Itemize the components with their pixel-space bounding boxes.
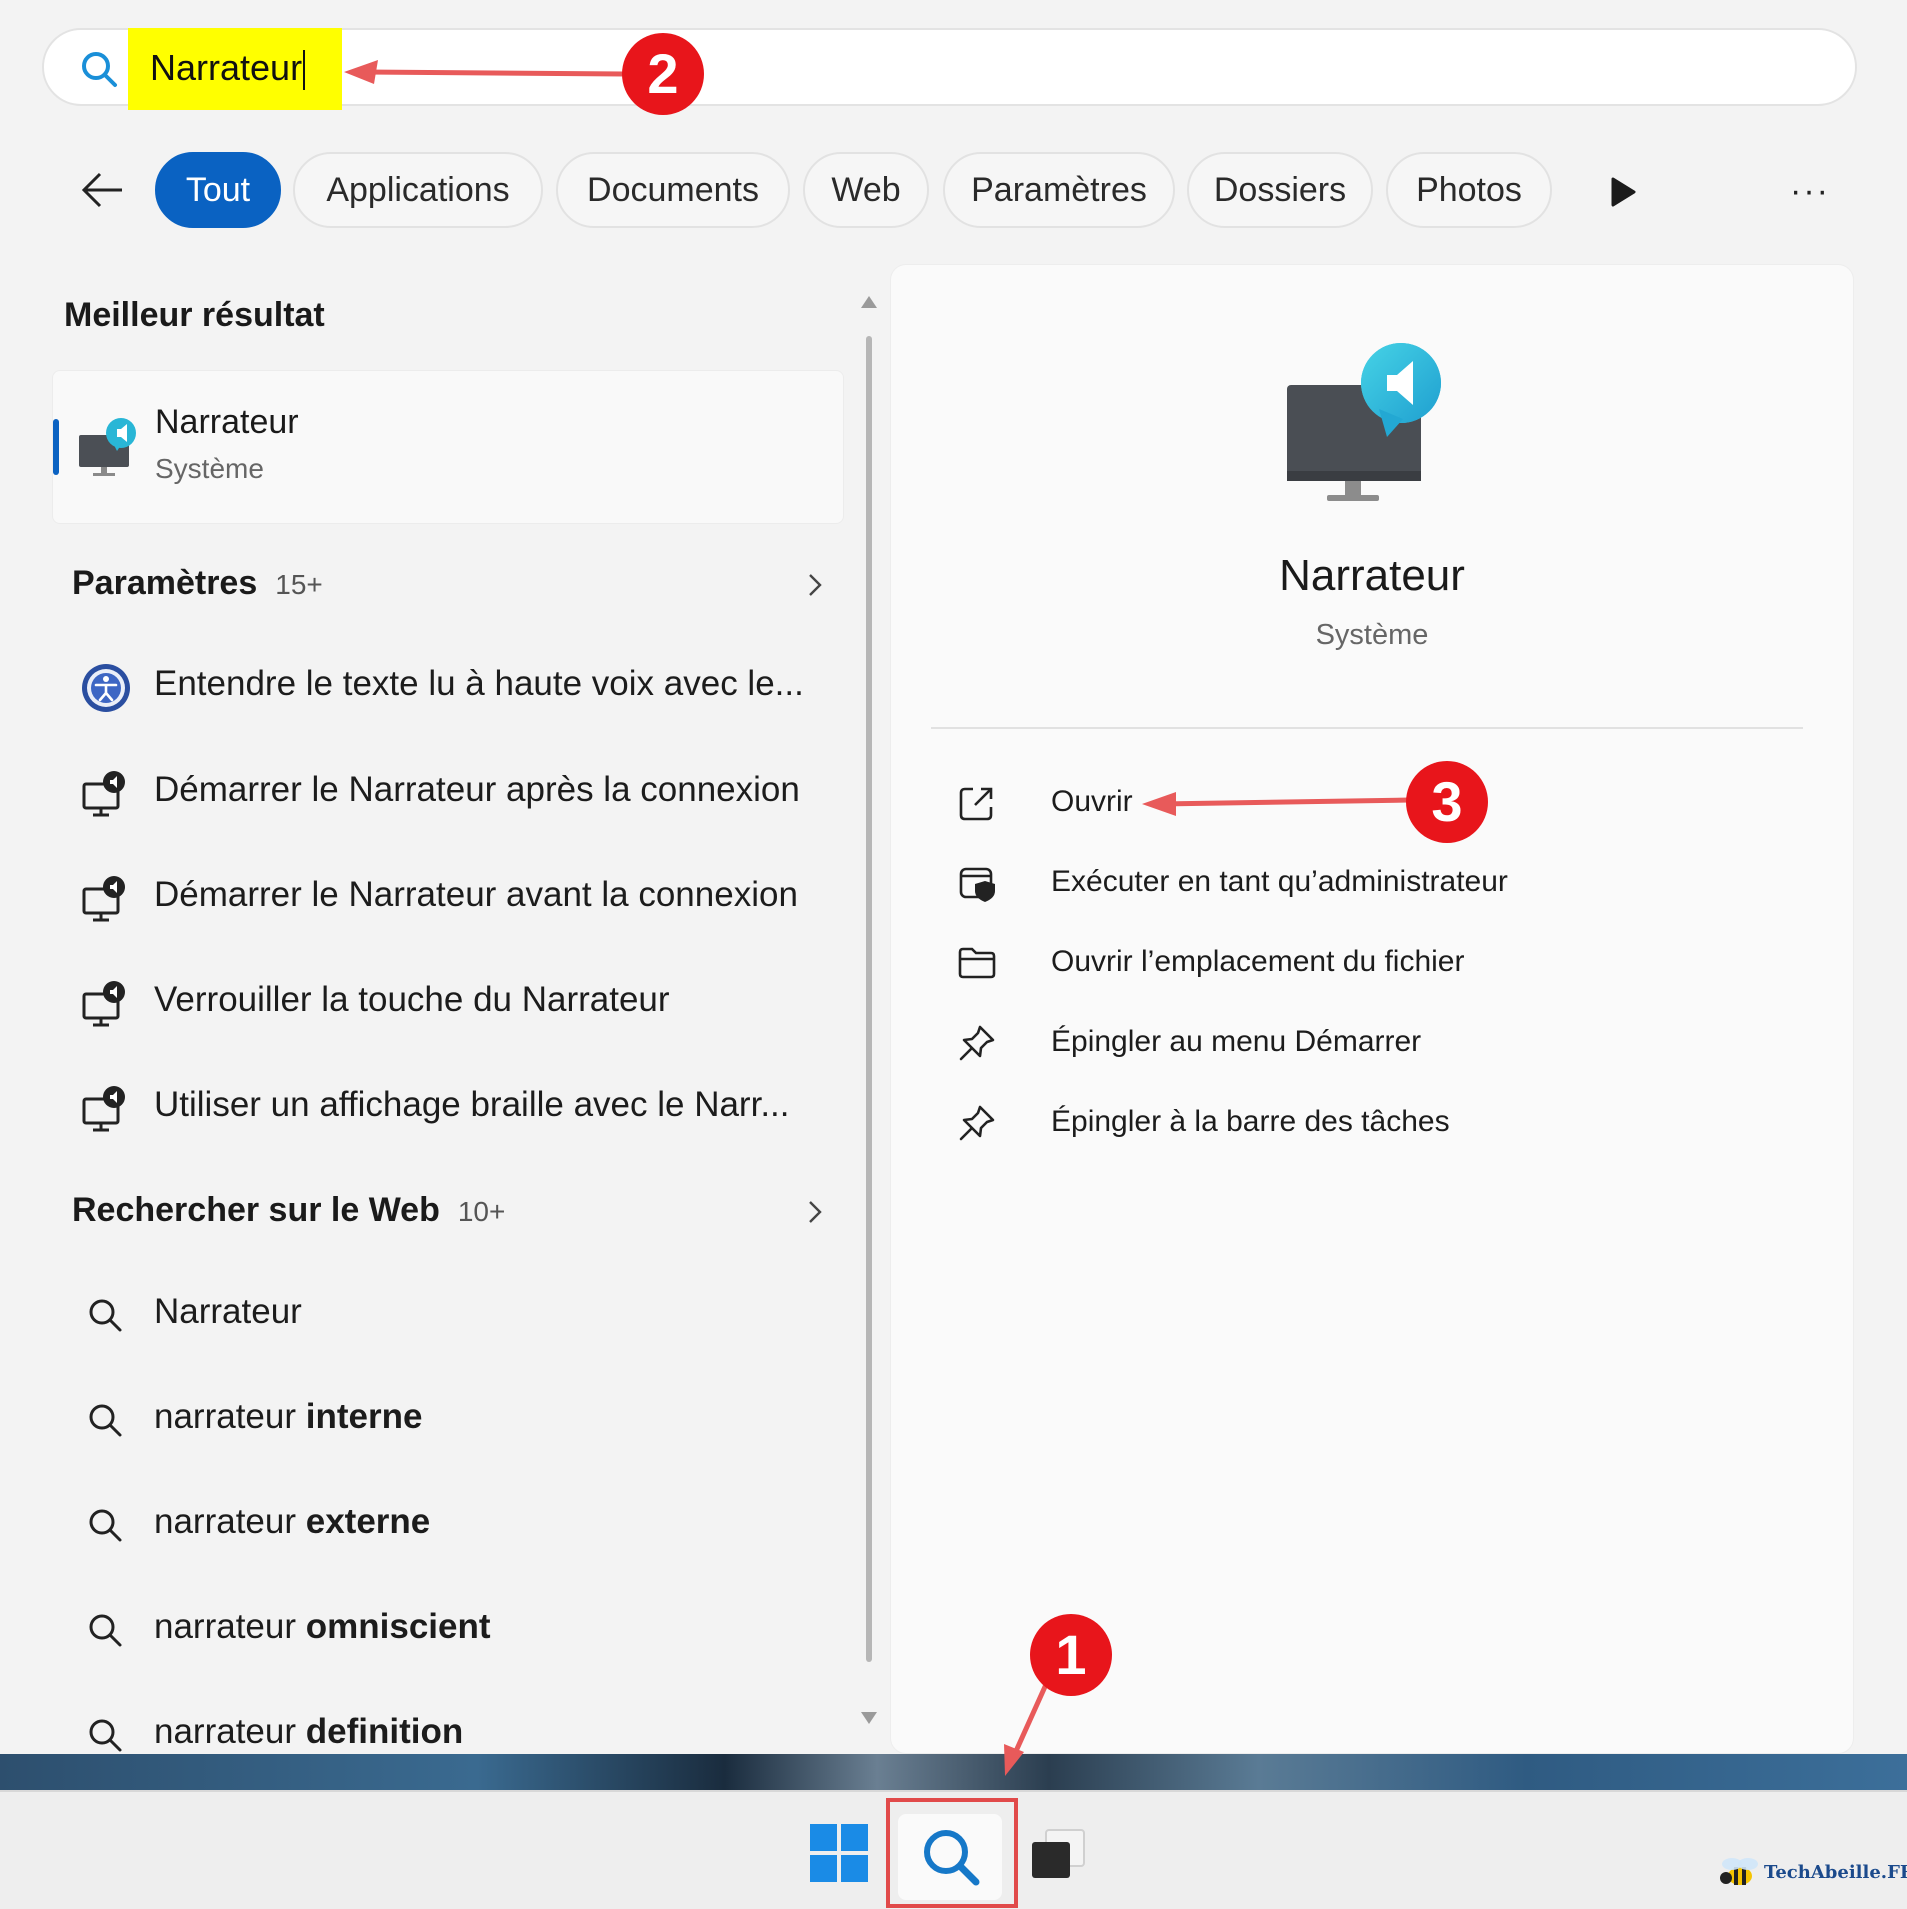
narrator-settings-icon xyxy=(82,981,125,1027)
open-external-icon xyxy=(959,787,993,821)
tab-web[interactable]: Web xyxy=(803,152,929,228)
settings-heading[interactable]: Paramètres 15+ xyxy=(72,564,323,603)
taskbar: TechAbeille.FR xyxy=(0,1790,1907,1909)
pin-icon xyxy=(959,1105,995,1141)
annotation-highlight-box xyxy=(886,1798,1018,1908)
search-input[interactable]: Narrateur xyxy=(150,46,306,91)
search-bar[interactable]: Narrateur xyxy=(42,28,1857,110)
action-label: Ouvrir xyxy=(1051,785,1133,818)
narrator-settings-icon xyxy=(82,771,125,817)
web-suggestion[interactable]: narrateur externe xyxy=(70,1484,830,1564)
tab-dossiers[interactable]: Dossiers xyxy=(1187,152,1373,228)
scroll-up-arrow-icon[interactable] xyxy=(859,294,879,310)
task-view-icon[interactable] xyxy=(1028,1828,1088,1880)
web-suggestion-label: narrateur interne xyxy=(154,1397,423,1436)
search-icon xyxy=(82,52,117,87)
chevron-right-icon[interactable] xyxy=(804,1197,826,1227)
step-badge-1: 1 xyxy=(1030,1614,1112,1696)
web-suggestion[interactable]: narrateur omniscient xyxy=(70,1589,830,1669)
action-label: Ouvrir l’emplacement du fichier xyxy=(1051,945,1465,978)
narrator-settings-icon xyxy=(82,1086,125,1132)
scroll-down-arrow-icon[interactable] xyxy=(859,1710,879,1726)
tab-photos[interactable]: Photos xyxy=(1386,152,1552,228)
step-badge-2: 2 xyxy=(622,33,704,115)
techabeille-logo: TechAbeille.FR xyxy=(1712,1854,1907,1894)
chevron-right-icon[interactable] xyxy=(804,570,826,600)
web-suggestion[interactable]: Narrateur xyxy=(70,1274,830,1354)
bee-icon xyxy=(1720,1858,1758,1885)
best-result-name: Narrateur xyxy=(155,403,299,441)
settings-item-label: Verrouiller la touche du Narrateur xyxy=(154,980,670,1019)
divider xyxy=(931,727,1803,729)
folder-icon xyxy=(958,947,996,979)
desktop-wallpaper-strip xyxy=(0,1754,1907,1790)
web-search-heading[interactable]: Rechercher sur le Web 10+ xyxy=(72,1191,505,1230)
tab-documents[interactable]: Documents xyxy=(556,152,790,228)
settings-item[interactable]: Entendre le texte lu à haute voix avec l… xyxy=(70,646,830,726)
web-search-count: 10+ xyxy=(457,1196,506,1227)
best-result-subtitle: Système xyxy=(155,453,264,484)
tab-tout[interactable]: Tout xyxy=(155,152,281,228)
web-suggestion-label: narrateur omniscient xyxy=(154,1607,491,1646)
settings-item-label: Entendre le texte lu à haute voix avec l… xyxy=(154,664,804,703)
web-suggestion-label: Narrateur xyxy=(154,1292,302,1331)
accessibility-icon xyxy=(82,664,130,712)
narrator-app-icon xyxy=(79,418,136,476)
search-icon xyxy=(89,1404,122,1437)
narrator-app-icon xyxy=(1287,343,1441,501)
detail-app-name: Narrateur xyxy=(1279,551,1465,600)
scroll-tabs-right-icon[interactable] xyxy=(1608,176,1638,208)
pin-icon xyxy=(959,1025,995,1061)
action-label: Exécuter en tant qu’administrateur xyxy=(1051,865,1508,898)
results-scrollbar[interactable] xyxy=(866,336,872,1662)
action-label: Épingler à la barre des tâches xyxy=(1051,1105,1450,1138)
detail-app-subtitle: Système xyxy=(1315,619,1429,651)
more-options-button[interactable]: ··· xyxy=(1790,174,1836,208)
settings-item[interactable]: Démarrer le Narrateur avant la connexion xyxy=(70,857,830,937)
settings-item[interactable]: Utiliser un affichage braille avec le Na… xyxy=(70,1067,830,1147)
web-suggestion-label: narrateur externe xyxy=(154,1502,431,1541)
open-file-location-action[interactable]: Ouvrir l’emplacement du fichier xyxy=(957,933,1657,993)
text-caret xyxy=(303,50,306,91)
shield-icon xyxy=(959,867,995,902)
pin-to-start-action[interactable]: Épingler au menu Démarrer xyxy=(957,1013,1657,1073)
narrator-settings-icon xyxy=(82,876,125,922)
settings-item-label: Utiliser un affichage braille avec le Na… xyxy=(154,1085,790,1124)
step-badge-3: 3 xyxy=(1406,761,1488,843)
watermark-text: TechAbeille.FR xyxy=(1764,1862,1907,1883)
web-suggestion[interactable]: narrateur interne xyxy=(70,1379,830,1459)
action-label: Épingler au menu Démarrer xyxy=(1051,1025,1422,1058)
selection-indicator xyxy=(53,419,59,475)
run-as-admin-action[interactable]: Exécuter en tant qu’administrateur xyxy=(957,853,1657,913)
back-arrow-icon[interactable] xyxy=(78,166,126,214)
pin-to-taskbar-action[interactable]: Épingler à la barre des tâches xyxy=(957,1093,1657,1153)
tab-applications[interactable]: Applications xyxy=(293,152,543,228)
web-suggestion-label: narrateur definition xyxy=(154,1712,464,1751)
settings-item-label: Démarrer le Narrateur après la connexion xyxy=(154,770,800,809)
settings-item-label: Démarrer le Narrateur avant la connexion xyxy=(154,875,798,914)
open-action[interactable]: Ouvrir xyxy=(957,773,1657,833)
settings-count: 15+ xyxy=(275,569,323,600)
settings-item[interactable]: Verrouiller la touche du Narrateur xyxy=(70,962,830,1042)
search-icon xyxy=(89,1299,122,1332)
search-icon xyxy=(89,1614,122,1647)
tab-parametres[interactable]: Paramètres xyxy=(943,152,1175,228)
best-result-heading: Meilleur résultat xyxy=(64,296,325,334)
settings-item[interactable]: Démarrer le Narrateur après la connexion xyxy=(70,752,830,832)
best-result-card[interactable]: Narrateur Système xyxy=(52,370,844,524)
search-icon xyxy=(89,1509,122,1542)
detail-panel: Narrateur Système Ouvrir Exécuter en tan… xyxy=(890,264,1854,1754)
windows-start-icon[interactable] xyxy=(810,1824,868,1882)
